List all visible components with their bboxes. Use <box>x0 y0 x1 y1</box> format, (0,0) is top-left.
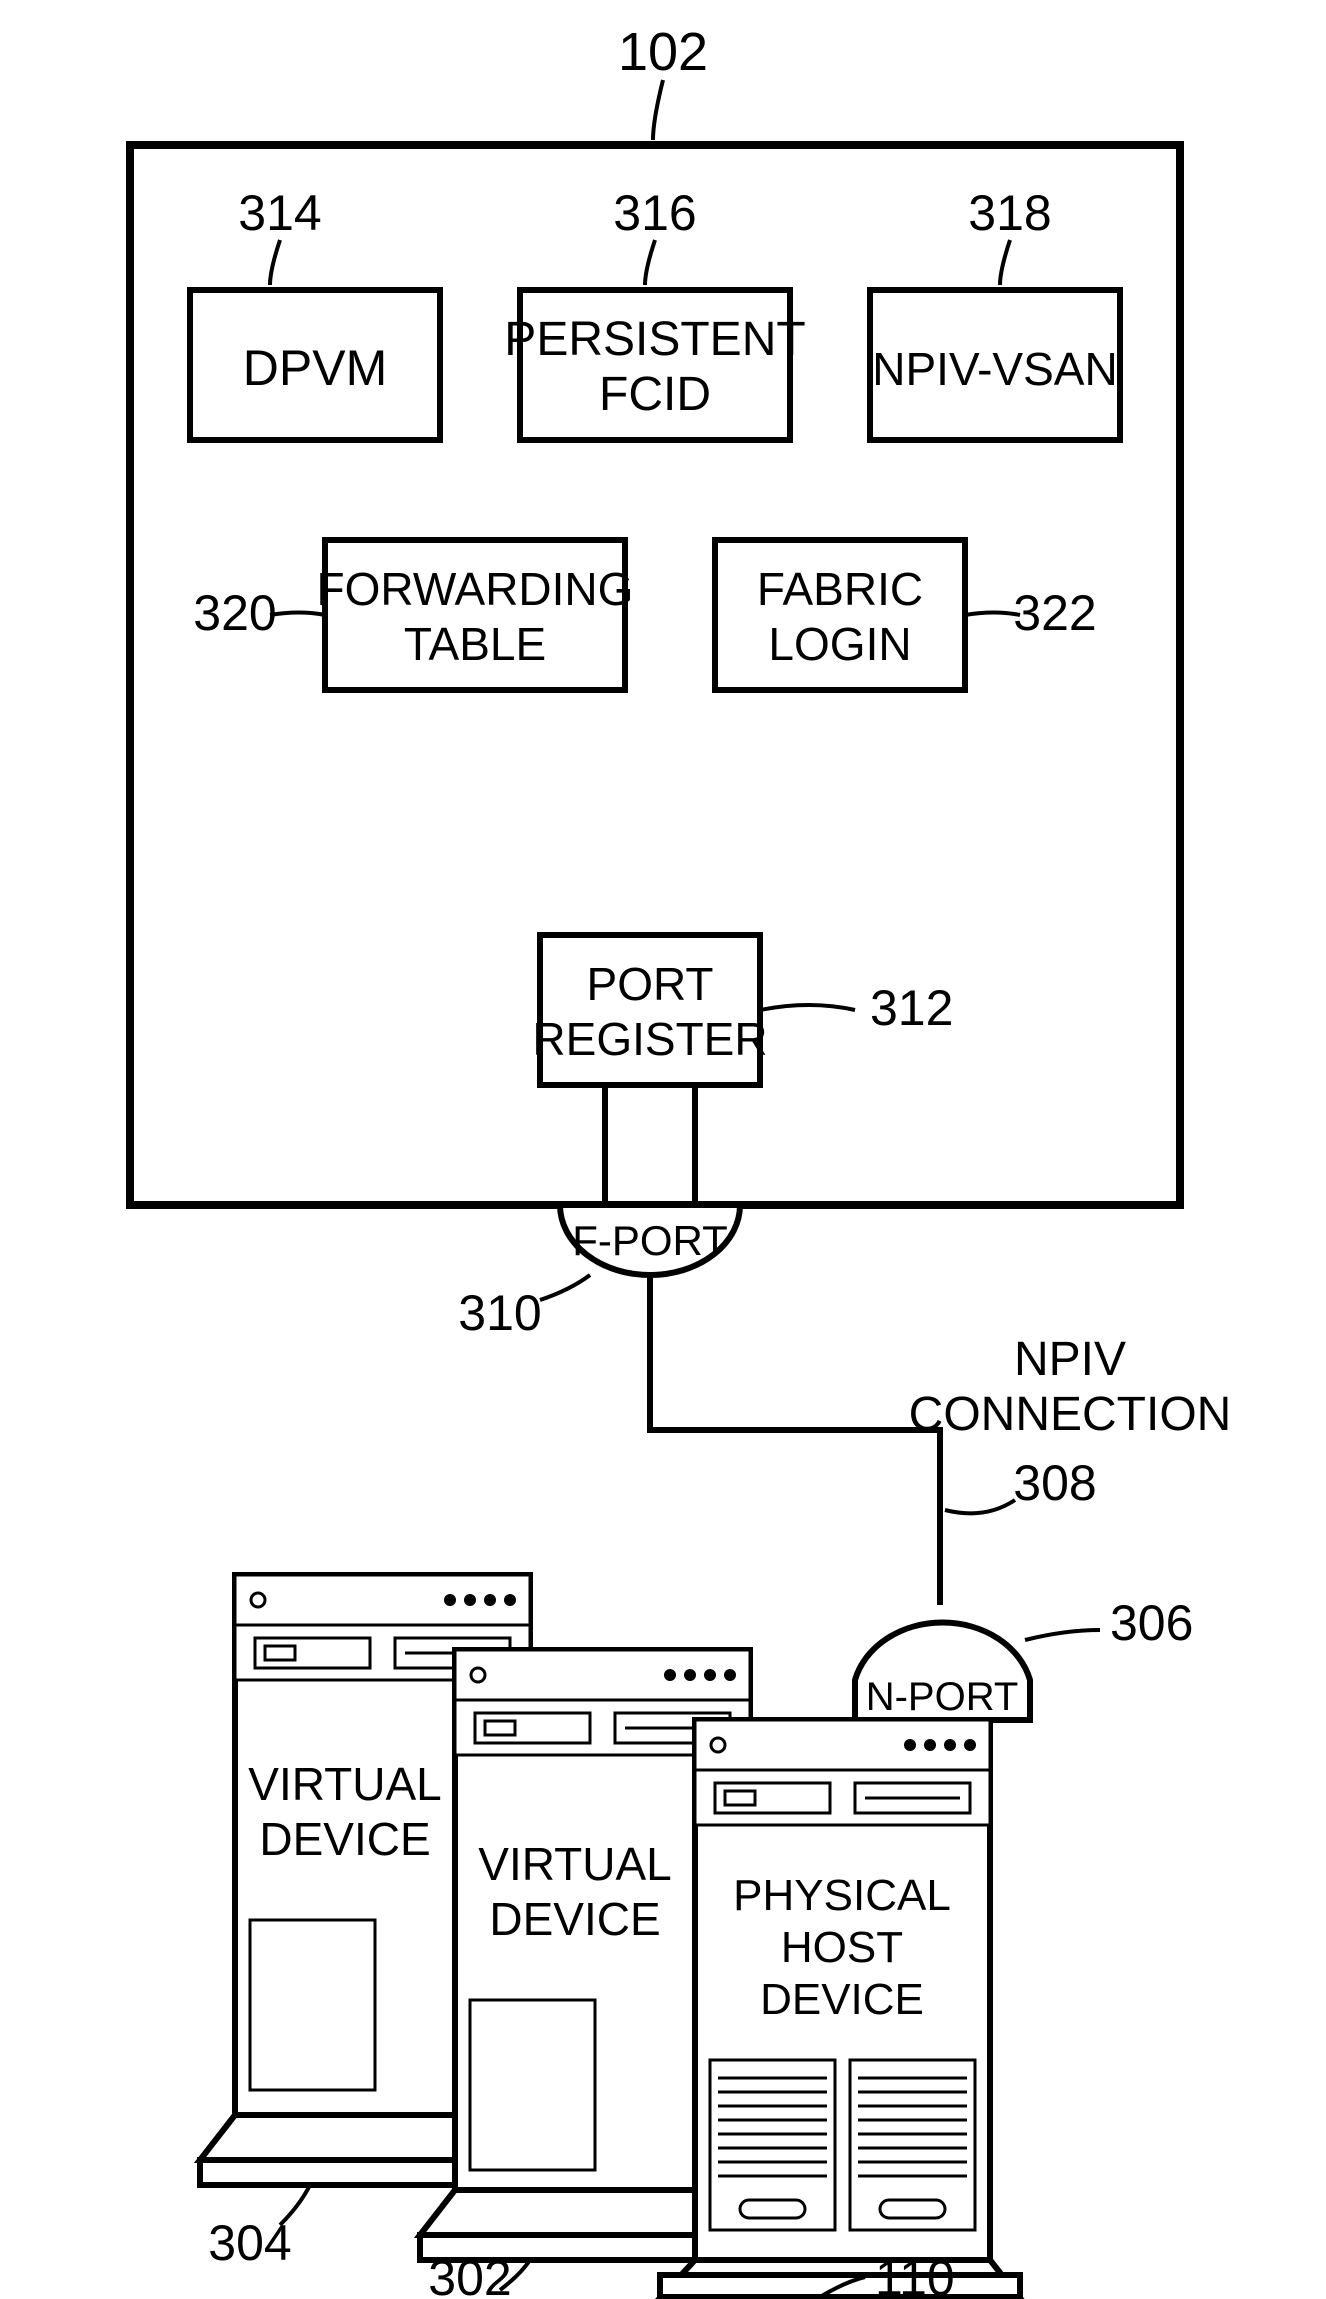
ref-fport: 310 <box>458 1285 541 1341</box>
vdev1-label-1: VIRTUAL <box>248 1758 441 1810</box>
pfcid-label-2: FCID <box>599 368 711 421</box>
physical-host-device: PHYSICAL HOST DEVICE <box>660 1720 1020 2299</box>
ref-switch: 102 <box>618 22 708 82</box>
ref-dpvm: 314 <box>238 185 321 241</box>
ref-phys: 110 <box>875 2250 955 2299</box>
phys-label-1: PHYSICAL <box>733 1871 951 1920</box>
ref-fwd: 320 <box>193 585 276 641</box>
ref-fab: 322 <box>1013 585 1096 641</box>
fwd-label-2: TABLE <box>404 618 546 670</box>
fwd-label-1: FORWARDING <box>317 563 634 615</box>
fport-label: F-PORT <box>572 1217 728 1264</box>
ref-nport: 306 <box>1110 1595 1193 1651</box>
vdev1-label-2: DEVICE <box>259 1813 430 1865</box>
ref-pfcid: 316 <box>613 185 696 241</box>
dpvm-label: DPVM <box>243 340 387 396</box>
fab-label-1: FABRIC <box>757 563 923 615</box>
phys-label-2: HOST <box>781 1923 903 1972</box>
ref-npiv-conn: 308 <box>1013 1455 1096 1511</box>
ref-vdev2: 302 <box>428 2250 511 2299</box>
ref-npiv-vsan: 318 <box>968 185 1051 241</box>
vdev2-label-1: VIRTUAL <box>478 1838 671 1890</box>
preg-label-2: REGISTER <box>532 1013 767 1065</box>
fab-label-2: LOGIN <box>768 618 911 670</box>
ref-preg: 312 <box>870 980 953 1036</box>
vdev2-label-2: DEVICE <box>489 1893 660 1945</box>
pfcid-label-1: PERSISTENT <box>504 313 805 366</box>
npiv-conn-label-2: CONNECTION <box>909 1388 1232 1441</box>
npiv-vsan-label: NPIV-VSAN <box>872 343 1117 395</box>
npiv-conn-label-1: NPIV <box>1014 1333 1126 1386</box>
phys-label-3: DEVICE <box>760 1975 924 2024</box>
preg-label-1: PORT <box>587 958 714 1010</box>
nport-label: N-PORT <box>866 1675 1019 1719</box>
